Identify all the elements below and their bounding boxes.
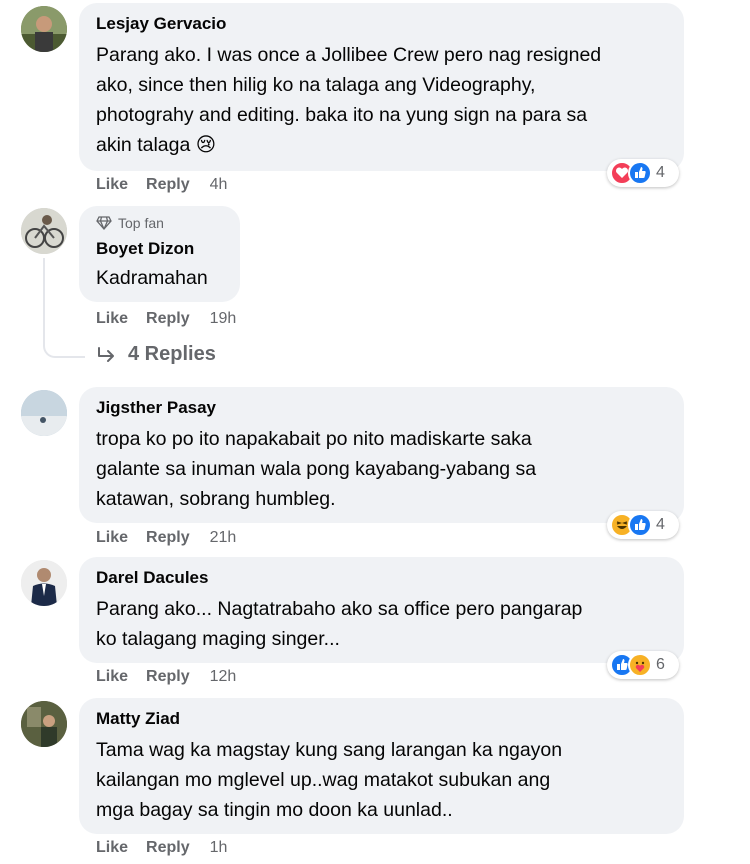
reply-button[interactable]: Reply <box>146 668 190 685</box>
like-reaction-icon <box>628 513 652 537</box>
comment-actions: Like Reply 21h <box>96 528 236 548</box>
comment-bubble: Matty Ziad Tama wag ka magstay kung sang… <box>79 698 684 834</box>
commenter-name[interactable]: Darel Dacules <box>96 567 668 589</box>
reaction-summary[interactable]: 4 <box>607 159 679 187</box>
like-button[interactable]: Like <box>96 839 128 856</box>
reply-button[interactable]: Reply <box>146 529 190 546</box>
comment-text: Parang ako. I was once a Jollibee Crew p… <box>96 44 602 156</box>
timestamp[interactable]: 21h <box>210 529 237 546</box>
avatar[interactable] <box>21 6 67 52</box>
view-replies-link[interactable]: 4 Replies <box>96 343 216 366</box>
like-button[interactable]: Like <box>96 310 128 327</box>
comment-bubble: Darel Dacules Parang ako... Nagtatrabaho… <box>79 557 684 663</box>
avatar[interactable] <box>21 390 67 436</box>
like-button[interactable]: Like <box>96 668 128 685</box>
comment-text: Parang ako... Nagtatrabaho ako sa office… <box>96 598 583 650</box>
reaction-count: 4 <box>656 164 665 181</box>
care-reaction-icon <box>628 653 652 677</box>
like-button[interactable]: Like <box>96 176 128 193</box>
top-fan-badge: Top fan <box>96 214 224 232</box>
comment-bubble: Top fan Boyet Dizon Kadramahan <box>79 206 240 302</box>
commenter-name[interactable]: Matty Ziad <box>96 708 668 730</box>
comment-bubble: Jigsther Pasay tropa ko po ito napakabai… <box>79 387 684 523</box>
timestamp[interactable]: 4h <box>210 176 228 193</box>
like-reaction-icon <box>628 161 652 185</box>
comment-text: Tama wag ka magstay kung sang larangan k… <box>96 739 563 821</box>
avatar[interactable] <box>21 208 67 254</box>
reply-arrow-icon <box>98 346 114 362</box>
reaction-count: 4 <box>656 516 665 533</box>
comment-actions: Like Reply 19h <box>96 309 236 329</box>
timestamp[interactable]: 1h <box>210 839 228 856</box>
timestamp[interactable]: 19h <box>210 310 237 327</box>
comment-bubble: Lesjay Gervacio Parang ako. I was once a… <box>79 3 684 171</box>
reply-button[interactable]: Reply <box>146 176 190 193</box>
reply-button[interactable]: Reply <box>146 839 190 856</box>
comment-text: Kadramahan <box>96 267 208 289</box>
reaction-summary[interactable]: 4 <box>607 511 679 539</box>
comment-actions: Like Reply 4h <box>96 175 227 195</box>
commenter-name[interactable]: Jigsther Pasay <box>96 397 668 419</box>
avatar[interactable] <box>21 701 67 747</box>
commenter-name[interactable]: Lesjay Gervacio <box>96 13 668 35</box>
reaction-count: 6 <box>656 656 665 673</box>
avatar[interactable] <box>21 560 67 606</box>
like-button[interactable]: Like <box>96 529 128 546</box>
comment-text: tropa ko po ito napakabait po nito madis… <box>96 428 537 510</box>
comment-actions: Like Reply 1h <box>96 838 227 858</box>
reaction-summary[interactable]: 6 <box>607 651 679 679</box>
reply-button[interactable]: Reply <box>146 310 190 327</box>
timestamp[interactable]: 12h <box>210 668 237 685</box>
diamond-icon <box>96 216 112 230</box>
comment-actions: Like Reply 12h <box>96 667 236 687</box>
commenter-name[interactable]: Boyet Dizon <box>96 238 224 260</box>
